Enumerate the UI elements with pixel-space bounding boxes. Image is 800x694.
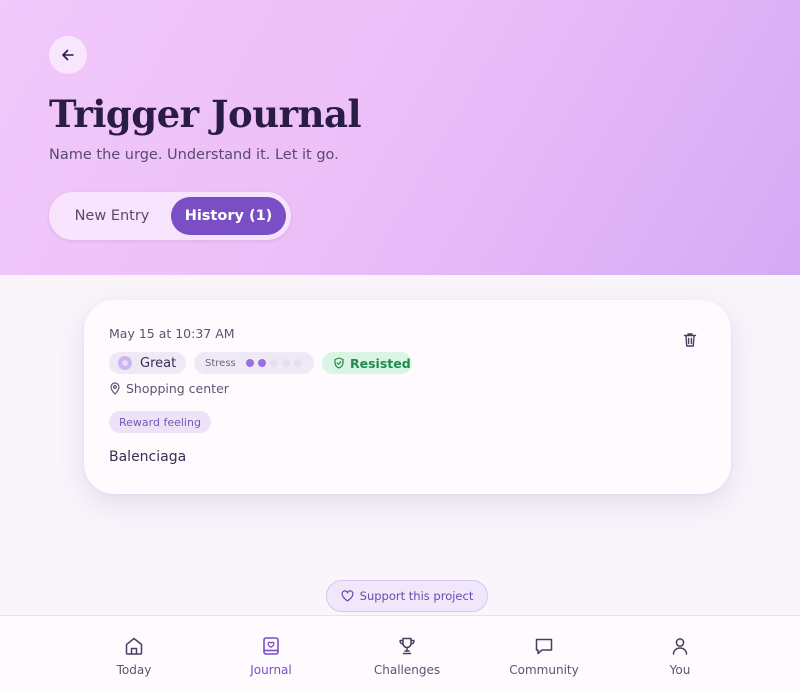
trophy-icon — [399, 637, 415, 655]
outcome-badge: Resisted — [322, 352, 412, 374]
nav-label-today: Today — [116, 663, 152, 677]
shield-check-icon — [334, 357, 344, 369]
nav-label-challenges: Challenges — [373, 663, 441, 677]
stress-label: Stress — [205, 357, 236, 369]
stress-dot — [293, 359, 302, 367]
entry-note: Balenciaga — [109, 449, 187, 465]
home-icon — [125, 637, 143, 655]
tab-new-entry[interactable]: New Entry — [57, 197, 167, 235]
journal-icon — [263, 637, 279, 655]
stress-dot — [281, 359, 290, 367]
heart-icon — [341, 590, 354, 602]
arrow-left-icon — [62, 49, 74, 61]
stress-dot — [245, 359, 254, 367]
location-label: Shopping center — [126, 381, 229, 396]
trash-icon[interactable] — [681, 331, 699, 349]
support-project-button[interactable]: Support this project — [326, 580, 488, 612]
map-pin-icon — [110, 382, 120, 395]
back-button[interactable] — [49, 36, 87, 74]
support-label: Support this project — [359, 589, 474, 603]
stress-chip: Stress — [194, 352, 314, 374]
user-icon — [672, 638, 688, 655]
nav-label-community: Community — [509, 663, 579, 677]
chat-icon — [535, 638, 553, 655]
nav-item-challenges[interactable]: Challenges — [352, 616, 462, 694]
nav-item-community[interactable]: Community — [489, 616, 599, 694]
page-title: Trigger Journal — [49, 92, 362, 136]
nav-label-you: You — [669, 663, 691, 677]
stress-level-indicator — [245, 359, 306, 367]
nav-item-today[interactable]: Today — [79, 616, 189, 694]
entry-location: Shopping center — [109, 381, 229, 396]
journal-entry-card: May 15 at 10:37 AM Great Stress Resisted… — [84, 300, 731, 494]
header-banner: Trigger Journal Name the urge. Understan… — [0, 0, 800, 275]
bottom-navigation: Today Journal Challenges Community You — [0, 615, 800, 694]
mood-icon — [118, 356, 132, 370]
stress-dot — [269, 359, 278, 367]
mood-chip: Great — [109, 352, 186, 374]
nav-item-you[interactable]: You — [625, 616, 735, 694]
nav-label-journal: Journal — [250, 663, 292, 677]
mood-label: Great — [140, 355, 177, 371]
tab-switcher: New Entry History (1) — [49, 192, 291, 240]
outcome-label: Resisted — [350, 355, 411, 371]
page-subtitle: Name the urge. Understand it. Let it go. — [49, 147, 339, 163]
tab-history[interactable]: History (1) — [171, 197, 286, 235]
trigger-tag: Reward feeling — [109, 411, 211, 433]
entry-date: May 15 at 10:37 AM — [109, 326, 235, 341]
stress-dot — [257, 359, 266, 367]
nav-item-journal[interactable]: Journal — [216, 616, 326, 694]
